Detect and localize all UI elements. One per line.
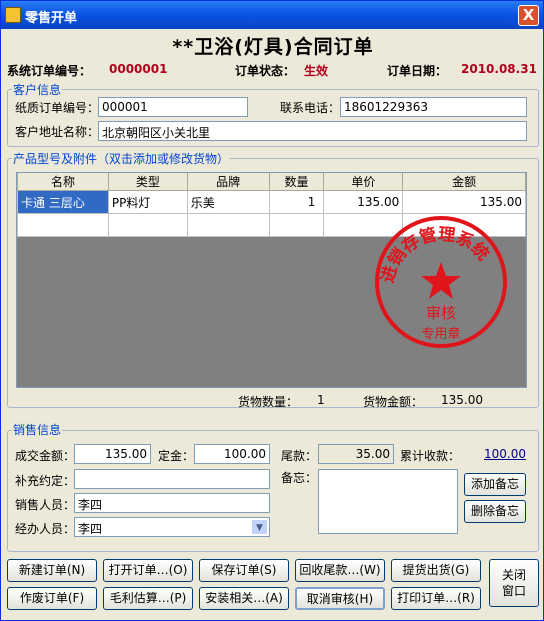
- deposit-label: 定金：: [158, 449, 195, 463]
- void-order-button[interactable]: 作废订单(F): [7, 587, 97, 610]
- status-value: 生效: [304, 64, 329, 78]
- note-label: 备忘：: [281, 471, 318, 485]
- handler-label: 经办人员：: [15, 522, 76, 536]
- col-header-price[interactable]: 单价: [323, 173, 404, 191]
- sales-legend: 销售信息: [12, 421, 63, 438]
- app-icon: [5, 7, 21, 23]
- close-button-line2: 窗口: [501, 584, 526, 598]
- handler-select[interactable]: 李四 ▼: [74, 517, 270, 537]
- stamp-bottom-text: 专用章: [421, 326, 460, 342]
- new-order-button[interactable]: 新建订单(N): [7, 559, 97, 582]
- paper-no-input[interactable]: 000001: [98, 97, 248, 117]
- stamp-mid-text: 审核: [426, 304, 456, 322]
- phone-input[interactable]: 18601229363: [340, 97, 527, 117]
- handler-value: 李四: [78, 522, 103, 536]
- grid-header-row: 名称 类型 品牌 数量 单价 金额: [17, 173, 526, 191]
- approval-stamp: 进销存管理系统 审核 专用章: [375, 216, 507, 348]
- address-label: 客户地址名称：: [15, 125, 100, 139]
- extra-input[interactable]: [74, 469, 270, 489]
- cell-type[interactable]: PP料灯: [107, 190, 188, 214]
- balance-field: 35.00: [318, 444, 394, 464]
- seller-label: 销售人员：: [15, 498, 76, 512]
- order-no-label: 系统订单编号：: [7, 64, 92, 78]
- seller-input[interactable]: 李四: [74, 493, 270, 513]
- document-title: **卫浴(灯具)合同订单: [172, 36, 374, 58]
- deal-label: 成交金额：: [15, 449, 76, 463]
- close-button-line1: 关闭: [501, 568, 526, 582]
- profit-estimate-button[interactable]: 毛利估算…(P): [103, 587, 193, 610]
- delete-note-button[interactable]: 删除备忘: [464, 500, 526, 523]
- cell-name[interactable]: 卡通 三层心: [17, 190, 109, 214]
- qty-total-label: 货物数量：: [238, 395, 299, 409]
- paper-no-label: 纸质订单编号：: [15, 101, 100, 115]
- col-header-brand[interactable]: 品牌: [186, 173, 270, 191]
- chevron-down-icon[interactable]: ▼: [251, 519, 268, 535]
- product-legend: 产品型号及附件（双击添加或修改货物）: [12, 150, 231, 167]
- extra-label: 补充约定：: [15, 474, 76, 488]
- open-order-button[interactable]: 打开订单…(O): [103, 559, 193, 582]
- order-no-value: 0000001: [109, 62, 168, 76]
- qty-total-value: 1: [317, 393, 325, 407]
- balance-label: 尾款：: [281, 449, 318, 463]
- col-header-type[interactable]: 类型: [107, 173, 188, 191]
- phone-label: 联系电话：: [280, 101, 341, 115]
- cell-brand[interactable]: 乐美: [186, 190, 270, 214]
- deposit-input[interactable]: 100.00: [194, 444, 270, 464]
- address-input[interactable]: 北京朝阳区小关北里: [98, 121, 527, 141]
- window-title: 零售开单: [25, 11, 78, 26]
- add-note-button[interactable]: 添加备忘: [464, 473, 526, 496]
- close-window-icon[interactable]: X: [518, 5, 539, 26]
- status-label: 订单状态：: [235, 64, 296, 78]
- col-header-qty[interactable]: 数量: [268, 173, 325, 191]
- install-related-button[interactable]: 安装相关…(A): [199, 587, 289, 610]
- save-order-button[interactable]: 保存订单(S): [199, 559, 289, 582]
- ship-goods-button[interactable]: 提货出货(G): [391, 559, 481, 582]
- cell-amount[interactable]: 135.00: [402, 190, 526, 214]
- amount-total-label: 货物金额：: [363, 395, 424, 409]
- title-bar: 零售开单 X: [1, 1, 543, 29]
- star-icon: [421, 262, 461, 299]
- amount-total-value: 135.00: [441, 393, 483, 407]
- cell-price[interactable]: 135.00: [323, 190, 404, 214]
- received-link[interactable]: 100.00: [484, 447, 526, 461]
- close-window-button[interactable]: 关闭 窗口: [489, 559, 539, 607]
- date-value: 2010.08.31: [461, 62, 537, 76]
- order-window: 零售开单 X **卫浴(灯具)合同订单 系统订单编号： 0000001 订单状态…: [0, 0, 544, 621]
- print-order-button[interactable]: 打印订单…(R): [391, 587, 481, 610]
- customer-legend: 客户信息: [12, 81, 63, 98]
- col-header-name[interactable]: 名称: [17, 173, 109, 191]
- cell-qty[interactable]: 1: [268, 190, 325, 214]
- cancel-audit-button[interactable]: 取消审核(H): [295, 587, 385, 610]
- received-label: 累计收款：: [400, 449, 461, 463]
- note-textarea[interactable]: [318, 469, 458, 534]
- deal-input[interactable]: 135.00: [74, 444, 151, 464]
- stamp-top-text: 进销存管理系统: [378, 224, 494, 285]
- table-row[interactable]: 卡通 三层心 PP料灯 乐美 1 135.00 135.00: [17, 190, 526, 214]
- collect-balance-button[interactable]: 回收尾款…(W): [295, 559, 385, 582]
- date-label: 订单日期：: [387, 64, 448, 78]
- col-header-amount[interactable]: 金额: [402, 173, 526, 191]
